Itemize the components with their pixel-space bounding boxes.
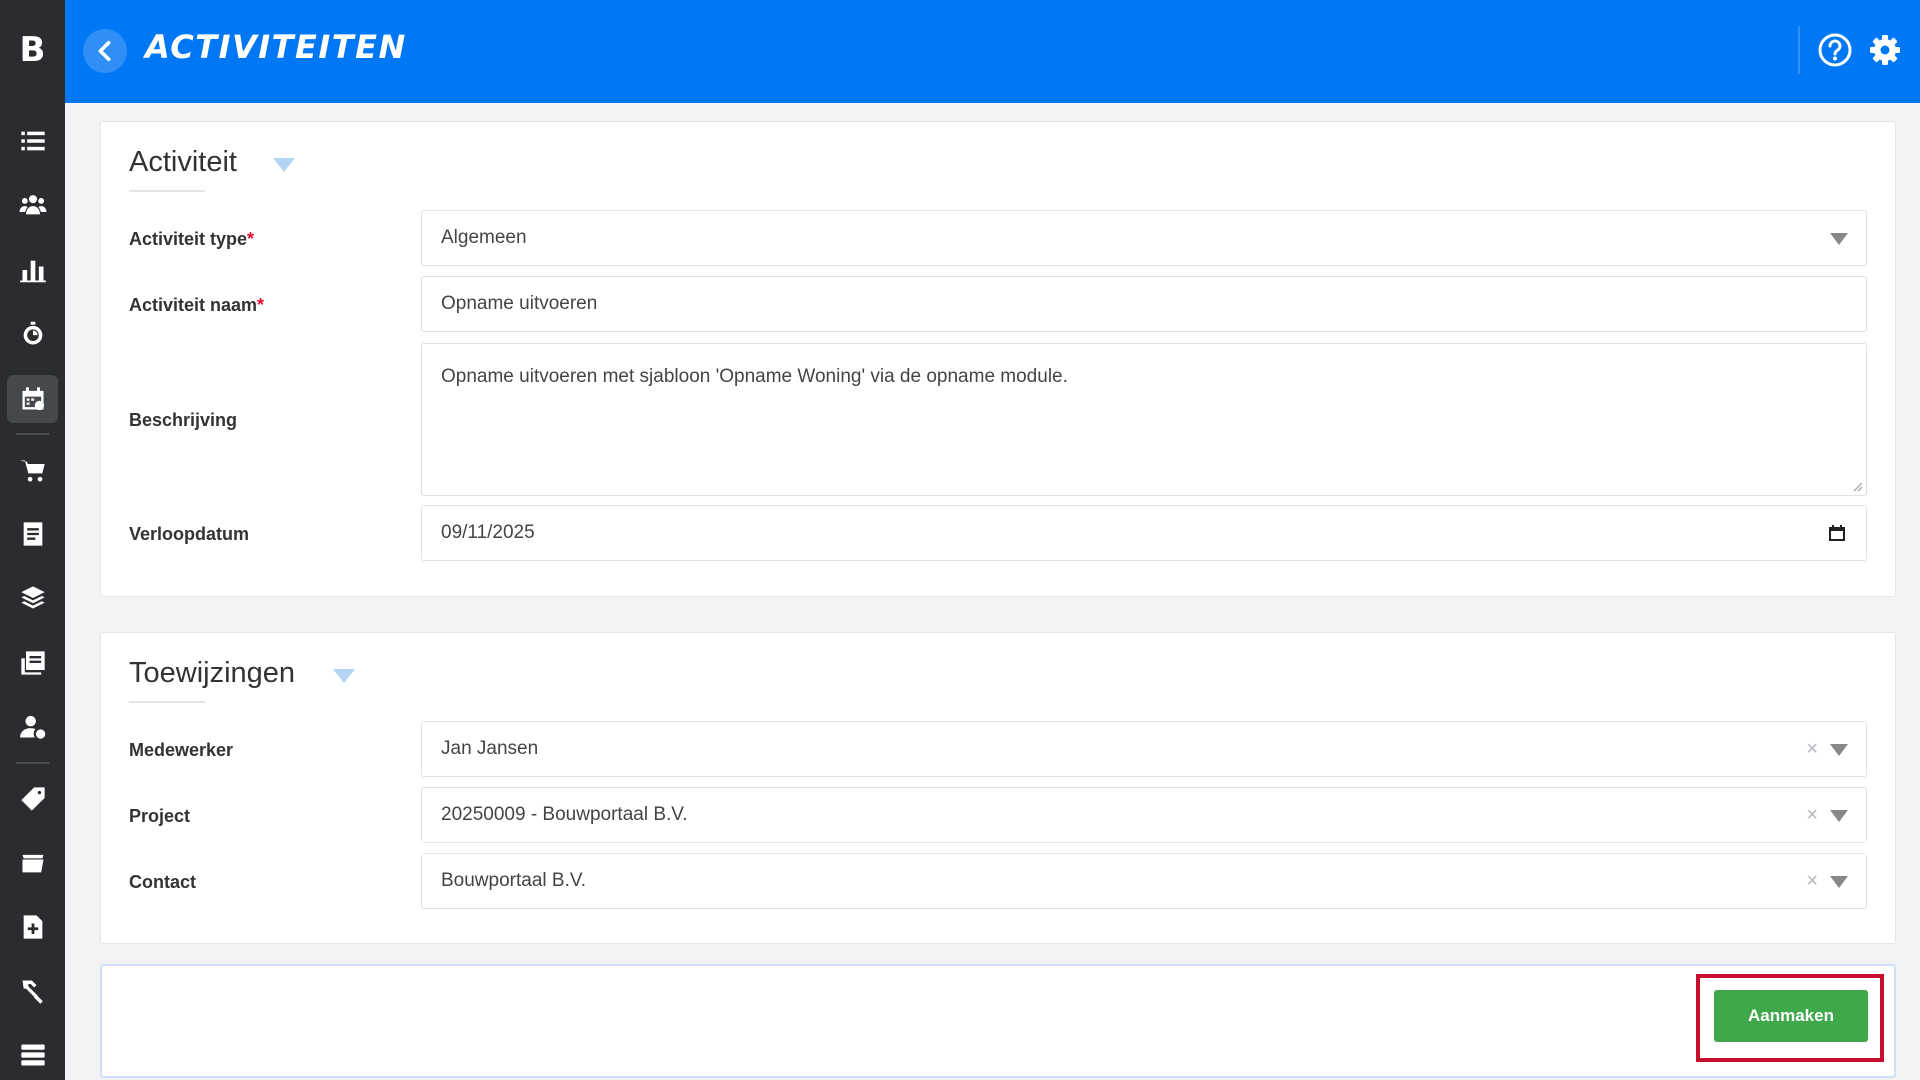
chevron-left-icon — [98, 40, 111, 62]
medewerker-label: Medewerker — [129, 740, 234, 760]
sidebar-item-user-settings[interactable] — [7, 703, 58, 751]
logo-letter: B — [19, 30, 46, 70]
sidebar-item-layers[interactable] — [7, 574, 58, 622]
caret-down-icon — [1830, 876, 1848, 888]
cart-icon — [19, 460, 45, 482]
sidebar-item-list[interactable] — [7, 117, 58, 165]
gear-icon[interactable] — [1867, 32, 1903, 68]
section-title-toewijzingen: Toewijzingen — [129, 657, 296, 689]
activiteit-section: Activiteit Activiteit type* Algemeen Act… — [100, 121, 1896, 597]
form-footer: Aanmaken — [100, 964, 1896, 1078]
sidebar-separator — [16, 433, 49, 435]
activiteit-type-label: Activiteit type* — [129, 229, 255, 249]
list-icon — [20, 131, 45, 151]
medewerker-select[interactable]: Jan Jansen × — [421, 721, 1867, 777]
sidebar-item-tools[interactable] — [7, 967, 58, 1015]
contact-value: Bouwportaal B.V. — [441, 870, 587, 891]
toewijzingen-section: Toewijzingen Medewerker Jan Jansen × Pro… — [100, 632, 1896, 944]
verloopdatum-input[interactable]: 09/11/2025 — [421, 505, 1867, 561]
calendar-picker-icon[interactable] — [1828, 524, 1846, 542]
layers-icon — [20, 586, 45, 609]
verloopdatum-label: Verloopdatum — [129, 524, 250, 544]
bar-chart-icon — [19, 260, 46, 283]
project-label: Project — [129, 806, 191, 826]
resize-handle-icon[interactable] — [1851, 480, 1863, 492]
clear-contact-icon[interactable]: × — [1806, 870, 1818, 893]
tools-icon — [22, 980, 43, 1004]
users-icon — [19, 195, 46, 215]
page-header: ACTIVITEITEN — [65, 0, 1920, 103]
clear-medewerker-icon[interactable]: × — [1806, 738, 1818, 761]
help-icon[interactable] — [1817, 32, 1853, 68]
project-select[interactable]: 20250009 - Bouwportaal B.V. × — [421, 787, 1867, 843]
sidebar-item-activities[interactable] — [7, 375, 58, 423]
sidebar-item-new-file[interactable] — [7, 903, 58, 951]
medewerker-value: Jan Jansen — [441, 738, 539, 759]
sidebar-item-tags[interactable] — [7, 775, 58, 823]
app-logo[interactable]: B — [0, 0, 65, 100]
sidebar-item-timer[interactable] — [7, 310, 58, 358]
stopwatch-icon — [23, 321, 42, 345]
verloopdatum-value: 09/11/2025 — [441, 522, 535, 543]
project-value: 20250009 - Bouwportaal B.V. — [441, 804, 688, 825]
calendar-icon — [22, 387, 44, 411]
sidebar-item-users[interactable] — [7, 181, 58, 229]
beschrijving-label: Beschrijving — [129, 410, 238, 430]
aanmaken-button[interactable]: Aanmaken — [1714, 990, 1868, 1042]
contact-label: Contact — [129, 872, 196, 892]
section-underline — [129, 190, 205, 192]
document-icon — [23, 522, 42, 546]
caret-down-icon — [1830, 233, 1848, 245]
page-title: ACTIVITEITEN — [145, 28, 407, 66]
beschrijving-value: Opname uitvoeren met sjabloon 'Opname Wo… — [441, 366, 1068, 387]
required-marker: * — [247, 229, 255, 249]
server-icon — [20, 1044, 45, 1066]
archive-icon — [22, 854, 43, 873]
sidebar-separator — [16, 762, 49, 764]
sidebar-item-documents[interactable] — [7, 510, 58, 558]
caret-down-icon[interactable] — [333, 669, 355, 683]
sidebar-item-archive[interactable] — [7, 839, 58, 887]
activiteit-type-value: Algemeen — [441, 227, 527, 248]
beschrijving-textarea[interactable]: Opname uitvoeren met sjabloon 'Opname Wo… — [421, 343, 1867, 496]
caret-down-icon[interactable] — [273, 158, 295, 172]
contact-select[interactable]: Bouwportaal B.V. × — [421, 853, 1867, 909]
file-plus-icon — [23, 915, 42, 939]
sidebar-item-reports[interactable] — [7, 639, 58, 687]
sidebar-item-server[interactable] — [7, 1031, 58, 1079]
section-underline — [129, 701, 205, 703]
clear-project-icon[interactable]: × — [1806, 804, 1818, 827]
header-divider — [1798, 26, 1800, 74]
activiteit-type-select[interactable]: Algemeen — [421, 210, 1867, 266]
user-settings-icon — [19, 715, 45, 739]
section-title-activiteit: Activiteit — [129, 146, 237, 178]
back-button[interactable] — [83, 29, 127, 73]
caret-down-icon — [1830, 810, 1848, 822]
activiteit-naam-input[interactable]: Opname uitvoeren — [421, 276, 1867, 332]
sidebar: B — [0, 0, 65, 1080]
reports-icon — [20, 651, 45, 675]
tag-icon — [20, 787, 45, 811]
caret-down-icon — [1830, 744, 1848, 756]
sidebar-item-statistics[interactable] — [7, 246, 58, 294]
required-marker: * — [257, 295, 265, 315]
activiteit-naam-value: Opname uitvoeren — [441, 293, 598, 314]
sidebar-item-orders[interactable] — [7, 447, 58, 495]
activiteit-naam-label: Activiteit naam* — [129, 295, 265, 315]
